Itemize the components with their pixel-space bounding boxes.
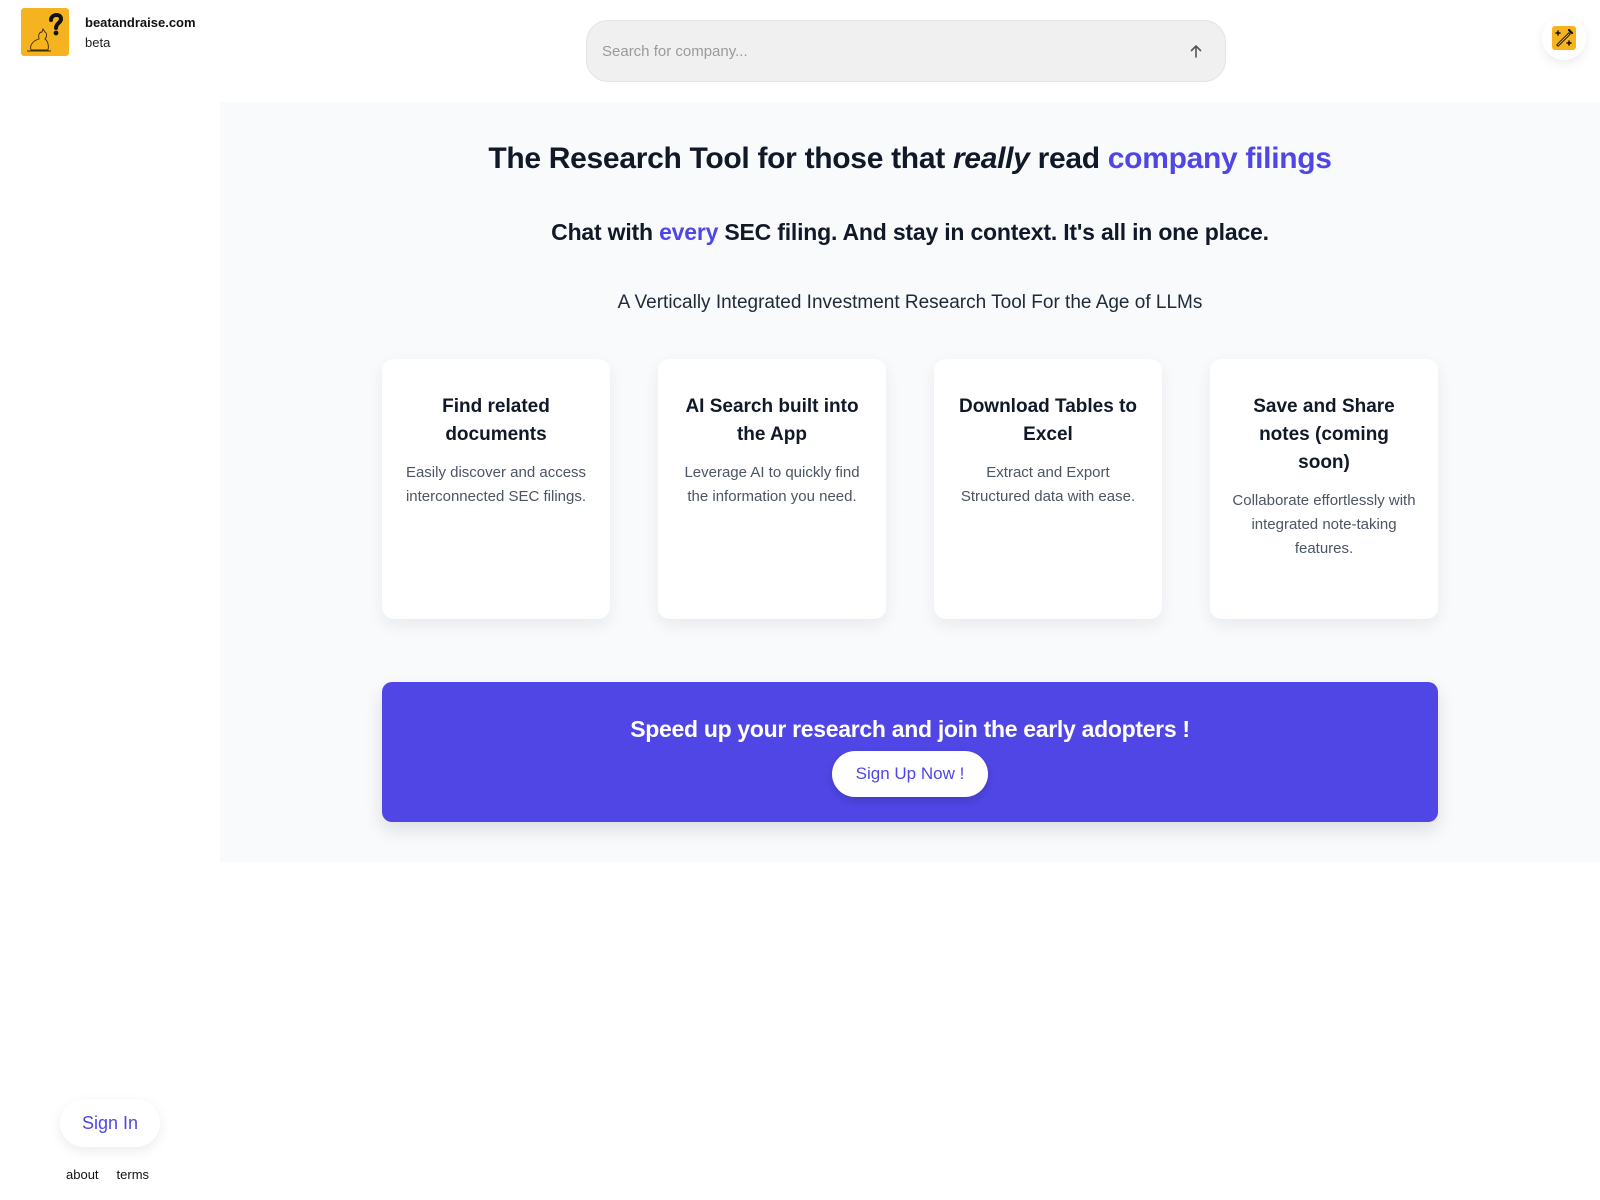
feature-title: AI Search built into the App: [685, 396, 859, 445]
feature-card-related-documents: Find related documents Easily discover a…: [382, 359, 610, 619]
feature-card-download-tables: Download Tables to Excel Extract and Exp…: [934, 359, 1162, 619]
feature-cards: Find related documents Easily discover a…: [382, 359, 1438, 619]
question-cat-logo-icon: [21, 8, 69, 56]
search-input[interactable]: [602, 42, 1183, 60]
feature-description: Collaborate effortlessly with integrated…: [1232, 492, 1416, 557]
feature-description: Leverage AI to quickly find the informat…: [684, 464, 860, 505]
company-search-bar: [586, 20, 1226, 82]
subhead-accent: every: [659, 219, 719, 245]
tagline: A Vertically Integrated Investment Resea…: [617, 292, 1203, 313]
sign-in-button[interactable]: Sign In: [60, 1099, 160, 1147]
feature-description: Easily discover and access interconnecte…: [405, 464, 587, 505]
feature-title: Find related documents: [442, 396, 550, 445]
terms-link[interactable]: terms: [117, 1167, 150, 1182]
headline-accent: company filings: [1107, 142, 1332, 175]
headline-italic: really: [952, 142, 1030, 175]
subhead-text-2: SEC filing. And stay in context. It's al…: [718, 219, 1269, 245]
signup-banner: Speed up your research and join the earl…: [382, 682, 1438, 822]
brand[interactable]: beatandraise.com beta: [21, 8, 196, 56]
magic-wand-icon: [1552, 26, 1576, 50]
headline-text-2: read: [1029, 142, 1108, 175]
feature-title: Save and Share notes (coming soon): [1253, 396, 1395, 473]
headline-text: The Research Tool for those that: [488, 142, 953, 175]
brand-name: beatandraise.com: [85, 15, 196, 30]
feature-card-ai-search: AI Search built into the App Leverage AI…: [658, 359, 886, 619]
page-headline: The Research Tool for those that really …: [220, 142, 1600, 176]
sign-up-button[interactable]: Sign Up Now !: [831, 751, 989, 797]
magic-wand-button[interactable]: [1542, 16, 1586, 60]
about-link[interactable]: about: [66, 1167, 99, 1182]
signup-banner-title: Speed up your research and join the earl…: [630, 716, 1190, 742]
feature-description: Extract and Export Structured data with …: [960, 464, 1136, 505]
page-subheadline: Chat with every SEC filing. And stay in …: [220, 219, 1600, 246]
arrow-up-icon: [1190, 45, 1202, 58]
main-panel: The Research Tool for those that really …: [220, 102, 1600, 862]
footer-links: about terms: [66, 1167, 149, 1182]
feature-card-save-share-notes: Save and Share notes (coming soon) Colla…: [1210, 359, 1438, 619]
search-submit-button[interactable]: [1183, 38, 1209, 64]
feature-title: Download Tables to Excel: [958, 396, 1138, 445]
subhead-text: Chat with: [551, 219, 660, 245]
beta-badge: beta: [85, 35, 111, 50]
